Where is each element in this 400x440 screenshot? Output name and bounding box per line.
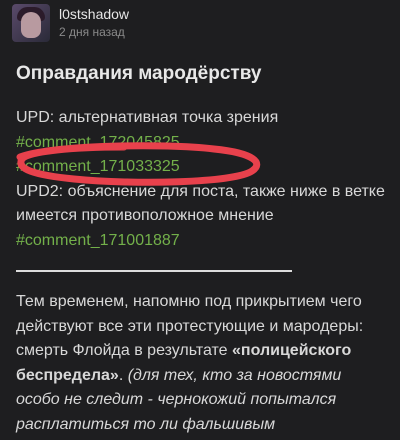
post-body: UPD: альтернативная точка зрения #commen…: [16, 106, 386, 437]
comment-link-2[interactable]: #comment_171033325: [16, 158, 180, 175]
author-meta: l0stshadow 2 дня назад: [59, 6, 129, 40]
upd2-line: UPD2: объяснение для поста, также ниже в…: [16, 182, 385, 225]
post-timestamp: 2 дня назад: [59, 25, 125, 39]
post-title: Оправдания мародёрству: [16, 63, 262, 84]
comment-link-3[interactable]: #comment_171001887: [16, 232, 180, 249]
divider: [16, 270, 292, 272]
post-header: l0stshadow 2 дня назад: [12, 2, 129, 44]
paragraph-dot: .: [118, 366, 128, 384]
upd-line: UPD: альтернативная точка зрения: [16, 109, 279, 126]
comment-link-1[interactable]: #comment_172045825: [16, 134, 180, 151]
username[interactable]: l0stshadow: [59, 6, 129, 22]
avatar[interactable]: [12, 4, 50, 42]
paragraph: Тем временем, напомню под прикрытием чег…: [16, 290, 386, 437]
